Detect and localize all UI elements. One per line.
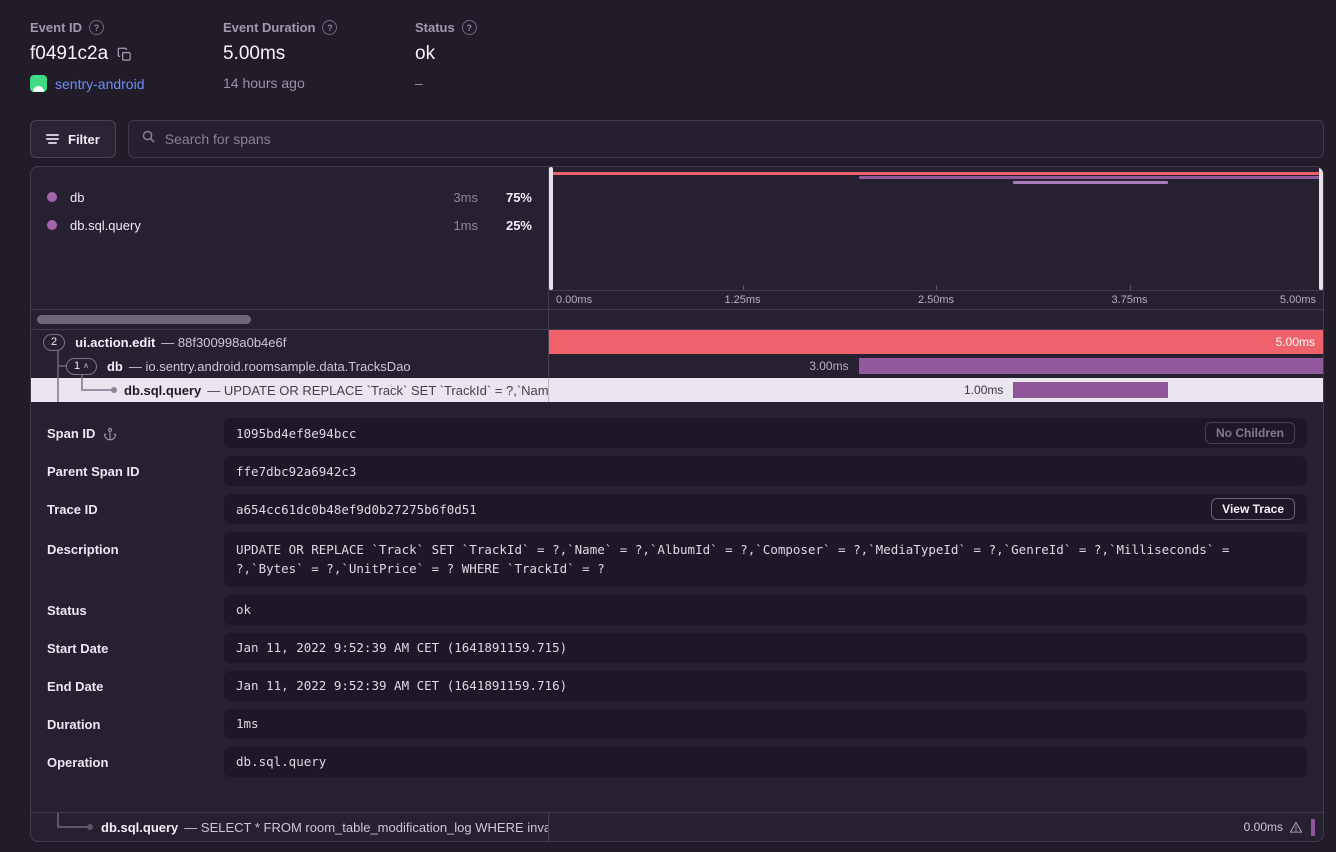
op-color-dot (47, 192, 57, 202)
span-duration-label: 3.00ms (809, 359, 848, 373)
event-header: Event ID ? f0491c2a sentry-android Event… (0, 0, 1336, 108)
span-duration-label: 1.00ms (964, 383, 1003, 397)
span-description: — 88f300998a0b4e6f (161, 335, 286, 350)
start-date-value-box: Jan 11, 2022 9:52:39 AM CET (1641891159.… (224, 633, 1307, 663)
operation-value-box: db.sql.query (224, 747, 1307, 777)
end-date-label: End Date (47, 679, 103, 694)
span-tree-scrollbar-track[interactable] (31, 310, 549, 329)
span-duration-bar[interactable] (859, 358, 1323, 374)
span-row-db-sql-query-select[interactable]: db.sql.query — SELECT * FROM room_table_… (31, 812, 1323, 841)
minimap-span-bar (549, 172, 1323, 175)
axis-tick-label: 1.25ms (724, 294, 760, 306)
time-axis: 0.00ms 1.25ms 2.50ms 3.75ms 5.00ms (549, 290, 1323, 309)
status-secondary: – (415, 75, 423, 91)
minimap-span-bar (1013, 181, 1168, 184)
legend-item-db-sql-query[interactable]: db.sql.query 1ms 25% (47, 211, 532, 239)
span-description: — UPDATE OR REPLACE `Track` SET `TrackId… (207, 383, 549, 398)
trace-minimap[interactable] (549, 167, 1323, 290)
span-row-db-sql-query-selected[interactable]: db.sql.query — UPDATE OR REPLACE `Track`… (31, 378, 1323, 402)
android-platform-icon (30, 75, 47, 92)
span-duration-bar[interactable] (549, 330, 1323, 354)
event-duration-value: 5.00ms (223, 43, 285, 65)
span-row-db[interactable]: 1 ∧ db — io.sentry.android.roomsample.da… (31, 354, 1323, 378)
start-date-label: Start Date (47, 641, 108, 656)
event-duration-relative: 14 hours ago (223, 75, 305, 91)
op-color-dot (47, 220, 57, 230)
span-detail-section: Span ID 1095bd4ef8e94bcc No Children Par… (31, 402, 1323, 812)
no-children-badge: No Children (1205, 422, 1295, 444)
children-count-pill-expanded[interactable]: 1 ∧ (66, 358, 97, 375)
event-id-label-row: Event ID ? (30, 20, 223, 35)
axis-tick-label: 2.50ms (918, 294, 954, 306)
search-box[interactable] (128, 120, 1324, 158)
event-id-label: Event ID (30, 20, 82, 35)
view-trace-button[interactable]: View Trace (1211, 498, 1295, 520)
zero-duration-span-bar[interactable] (1311, 819, 1315, 836)
operation-field-label: Operation (47, 755, 108, 770)
project-link[interactable]: sentry-android (55, 76, 145, 92)
axis-tick-label: 5.00ms (1280, 294, 1316, 306)
op-breakdown-legend: db 3ms 75% db.sql.query 1ms 25% (31, 167, 549, 309)
span-id-value-box: 1095bd4ef8e94bcc No Children (224, 418, 1307, 448)
toolbar: Filter (30, 120, 1324, 158)
event-id-value: f0491c2a (30, 43, 108, 65)
warning-triangle-icon (1289, 821, 1303, 834)
search-icon (141, 129, 156, 149)
span-duration-label: 0.00ms (1244, 820, 1283, 834)
span-duration-label: 5.00ms (1276, 335, 1315, 349)
help-icon[interactable]: ? (89, 20, 104, 35)
chevron-up-icon: ∧ (83, 362, 89, 370)
description-label: Description (47, 542, 119, 557)
span-description: — SELECT * FROM room_table_modification_… (184, 820, 549, 835)
filter-icon (46, 134, 59, 144)
trace-id-label: Trace ID (47, 502, 98, 517)
filter-button[interactable]: Filter (30, 120, 116, 158)
span-tree-scrollbar-thumb[interactable] (37, 315, 251, 324)
status-label: Status (415, 20, 455, 35)
minimap-drag-handle-right[interactable] (1319, 167, 1323, 290)
help-icon[interactable]: ? (322, 20, 337, 35)
span-operation: db.sql.query (124, 383, 201, 398)
filter-button-label: Filter (68, 132, 100, 147)
minimap-drag-handle-left[interactable] (549, 167, 553, 290)
status-value: ok (415, 43, 435, 65)
children-count-pill[interactable]: 2 (43, 334, 65, 351)
end-date-value-box: Jan 11, 2022 9:52:39 AM CET (1641891159.… (224, 671, 1307, 701)
duration-value-box: 1ms (224, 709, 1307, 739)
span-row-ui-action-edit[interactable]: 2 ui.action.edit — 88f300998a0b4e6f 5.00… (31, 330, 1323, 354)
minimap-span-bar (859, 176, 1323, 179)
leaf-dot (111, 387, 117, 393)
status-field-label: Status (47, 603, 87, 618)
parent-span-id-value-box: ffe7dbc92a6942c3 (224, 456, 1307, 486)
status-value-box: ok (224, 595, 1307, 625)
copy-icon[interactable] (117, 47, 132, 62)
anchor-icon[interactable] (103, 427, 117, 441)
span-duration-bar[interactable] (1013, 382, 1168, 398)
leaf-dot (87, 824, 93, 830)
trace-panel: db 3ms 75% db.sql.query 1ms 25% (30, 166, 1324, 842)
event-duration-label: Event Duration (223, 20, 315, 35)
span-operation: db.sql.query (101, 820, 178, 835)
legend-item-db[interactable]: db 3ms 75% (47, 183, 532, 211)
span-description: — io.sentry.android.roomsample.data.Trac… (129, 359, 411, 374)
parent-span-id-label: Parent Span ID (47, 464, 139, 479)
help-icon[interactable]: ? (462, 20, 477, 35)
span-operation: db (107, 359, 123, 374)
span-operation: ui.action.edit (75, 335, 155, 350)
span-id-label: Span ID (47, 426, 95, 441)
search-input[interactable] (165, 131, 1311, 147)
axis-tick-label: 0.00ms (556, 294, 592, 306)
duration-field-label: Duration (47, 717, 100, 732)
axis-tick-label: 3.75ms (1111, 294, 1147, 306)
trace-id-value-box: a654cc61dc0b48ef9d0b27275b6f0d51 View Tr… (224, 494, 1307, 524)
description-value-box: UPDATE OR REPLACE `Track` SET `TrackId` … (224, 532, 1307, 587)
